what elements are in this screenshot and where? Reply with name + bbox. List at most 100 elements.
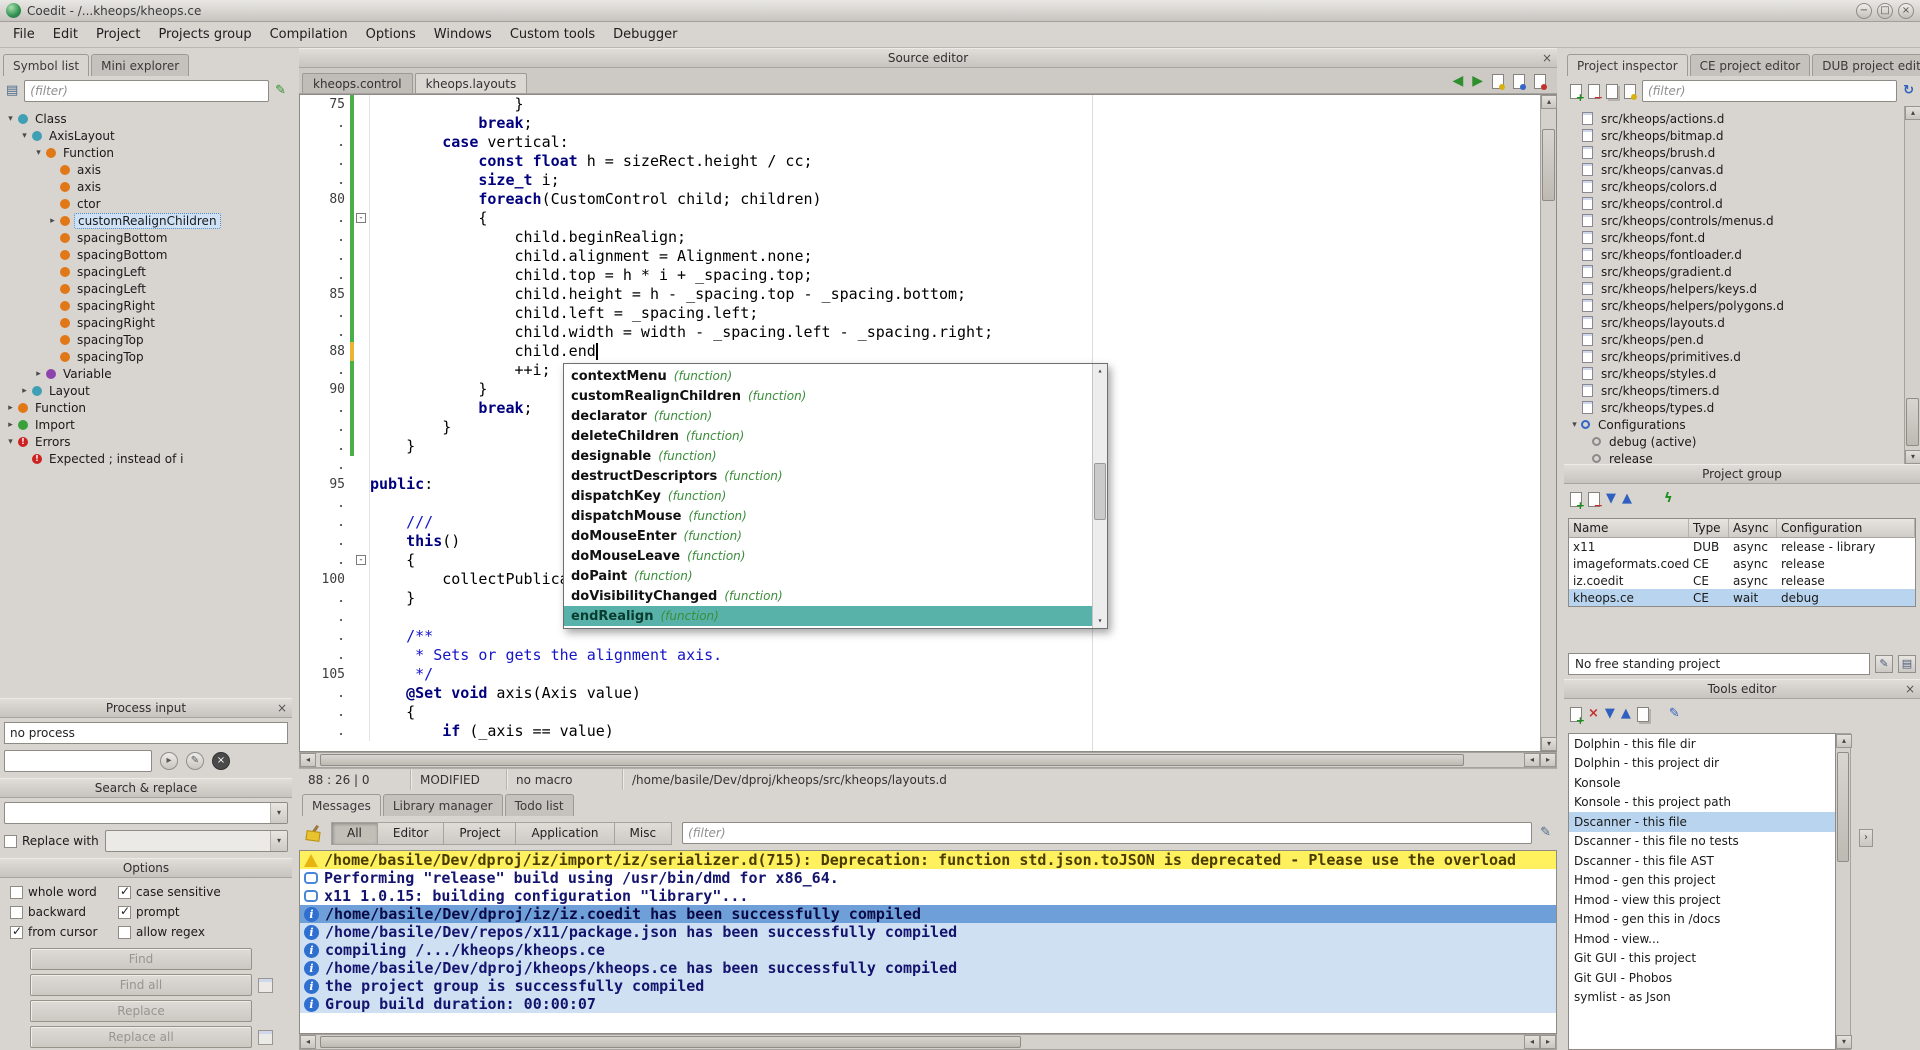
file-src-kheops-types-d[interactable]: src/kheops/types.d	[1564, 399, 1904, 416]
expand-icon[interactable]: ▸	[18, 386, 31, 396]
inspector-filter-input[interactable]	[1642, 80, 1897, 102]
tools-vscrollbar[interactable]: ▴ ▾	[1836, 733, 1851, 1050]
file-src-kheops-control-d[interactable]: src/kheops/control.d	[1564, 195, 1904, 212]
menu-file[interactable]: File	[4, 23, 44, 46]
symbol-axislayout[interactable]: ▾AxisLayout	[0, 127, 292, 144]
scroll-track[interactable]	[1541, 109, 1556, 737]
option-case-sensitive[interactable]: case sensitive	[118, 885, 282, 899]
symbol-function[interactable]: ▸Function	[0, 399, 292, 416]
collapse-icon[interactable]: ▾	[4, 437, 17, 447]
message-row[interactable]: iGroup build duration: 00:00:07	[300, 995, 1556, 1013]
code-line-r1[interactable]: . break;	[300, 114, 1540, 133]
scroll-track[interactable]	[316, 753, 1524, 767]
symbol-axis[interactable]: axis	[0, 178, 292, 195]
scroll-thumb[interactable]	[1837, 752, 1849, 862]
remove-tool-icon[interactable]: ×	[1588, 706, 1599, 722]
symbol-expected-instead-of-i[interactable]: !Expected ; instead of i	[0, 450, 292, 467]
symbol-filter-input[interactable]	[24, 80, 269, 102]
column-configuration[interactable]: Configuration	[1777, 519, 1915, 537]
move-tool-up-icon[interactable]: ▲	[1621, 706, 1631, 722]
tool-hmod-view[interactable]: Hmod - view...	[1569, 929, 1835, 949]
symbol-spacingright[interactable]: spacingRight	[0, 297, 292, 314]
checkbox-box[interactable]	[10, 886, 23, 899]
symbol-spacingbottom[interactable]: spacingBottom	[0, 229, 292, 246]
close-document-icon[interactable]	[1534, 74, 1546, 89]
symbol-spacingbottom[interactable]: spacingBottom	[0, 246, 292, 263]
replace-all-button[interactable]: Replace all	[30, 1026, 252, 1048]
project-row-imageformats-coedit[interactable]: imageformats.coeditCEasyncrelease	[1569, 555, 1915, 572]
file-src-kheops-timers-d[interactable]: src/kheops/timers.d	[1564, 382, 1904, 399]
replace-term-value[interactable]	[106, 831, 270, 851]
edit-input-icon[interactable]: ✎	[186, 752, 204, 770]
remove-item-icon[interactable]	[1588, 84, 1600, 99]
file-src-kheops-fontloader-d[interactable]: src/kheops/fontloader.d	[1564, 246, 1904, 263]
file-src-kheops-canvas-d[interactable]: src/kheops/canvas.d	[1564, 161, 1904, 178]
checkbox-box[interactable]	[118, 926, 131, 939]
scroll-thumb[interactable]	[1906, 398, 1919, 446]
symbol-layout[interactable]: ▸Layout	[0, 382, 292, 399]
message-row[interactable]: i/home/basile/Dev/dproj/kheops/kheops.ce…	[300, 959, 1556, 977]
move-tool-down-icon[interactable]: ▼	[1605, 706, 1615, 722]
doc-tab-kheops-control[interactable]: kheops.control	[302, 73, 413, 93]
msg-filter-application[interactable]: Application	[515, 822, 614, 845]
add-tool-icon[interactable]	[1570, 707, 1582, 722]
column-type[interactable]: Type	[1689, 519, 1729, 537]
clear-messages-icon[interactable]	[305, 825, 322, 842]
code-line-r33[interactable]: . if (_axis == value)	[300, 722, 1540, 741]
chevron-down-icon[interactable]: ▾	[270, 831, 287, 851]
menu-options[interactable]: Options	[357, 23, 425, 46]
expand-icon[interactable]: ▸	[46, 216, 59, 226]
code-line-r29[interactable]: . * Sets or gets the alignment axis.	[300, 646, 1540, 665]
scroll-up-icon[interactable]: ▴	[1836, 734, 1852, 748]
file-src-kheops-controls-menus-d[interactable]: src/kheops/controls/menus.d	[1564, 212, 1904, 229]
checkbox-box[interactable]	[118, 886, 131, 899]
process-input-field[interactable]	[4, 750, 152, 772]
open-item-icon[interactable]	[1606, 84, 1618, 99]
popup-scrollbar[interactable]: ▴ ▾	[1092, 364, 1107, 628]
symbol-ctor[interactable]: ctor	[0, 195, 292, 212]
completion-deletechildren[interactable]: deleteChildren(function)	[564, 426, 1092, 446]
file-src-kheops-gradient-d[interactable]: src/kheops/gradient.d	[1564, 263, 1904, 280]
tool-hmod-gen-this-project[interactable]: Hmod - gen this project	[1569, 871, 1835, 891]
collapse-icon[interactable]: ▾	[1568, 420, 1581, 430]
message-row[interactable]: ithe project group is successfully compi…	[300, 977, 1556, 995]
msg-filter-misc[interactable]: Misc	[614, 822, 673, 845]
tab-project-inspector[interactable]: Project inspector	[1567, 54, 1688, 76]
new-item-icon[interactable]	[1570, 84, 1582, 99]
scroll-left-icon[interactable]: ◂	[300, 1035, 316, 1049]
send-input-icon[interactable]: ▸	[160, 752, 178, 770]
tool-hmod-view-this-project[interactable]: Hmod - view this project	[1569, 890, 1835, 910]
replace-button[interactable]: Replace	[30, 1000, 252, 1022]
replace-with-checkbox[interactable]: Replace with	[4, 834, 99, 848]
doc-tab-kheops-layouts[interactable]: kheops.layouts	[415, 73, 528, 93]
menu-windows[interactable]: Windows	[425, 23, 501, 46]
move-project-down-icon[interactable]: ▼	[1606, 491, 1616, 507]
msg-filter-all[interactable]: All	[331, 822, 378, 845]
menu-project[interactable]: Project	[87, 23, 149, 46]
code-line-r6[interactable]: .- {	[300, 209, 1540, 228]
symbol-options-icon[interactable]: ▤	[6, 83, 18, 99]
scroll-down-icon[interactable]: ▾	[1093, 614, 1107, 628]
collapse-icon[interactable]: ▾	[4, 114, 17, 124]
scroll-thumb[interactable]	[320, 754, 1464, 766]
expand-icon[interactable]: ▸	[4, 420, 17, 430]
file-src-kheops-pen-d[interactable]: src/kheops/pen.d	[1564, 331, 1904, 348]
edit-free-standing-icon[interactable]: ✎	[1875, 655, 1893, 673]
tool-dolphin-this-project-dir[interactable]: Dolphin - this project dir	[1569, 754, 1835, 774]
symbol-spacingtop[interactable]: spacingTop	[0, 348, 292, 365]
titlebar[interactable]: Coedit - /...kheops/kheops.ce − □ ×	[0, 0, 1920, 22]
tool-git-gui-this-project[interactable]: Git GUI - this project	[1569, 949, 1835, 969]
minimize-button[interactable]: −	[1856, 3, 1872, 19]
option-whole-word[interactable]: whole word	[10, 885, 118, 899]
tab-library-manager[interactable]: Library manager	[383, 794, 503, 816]
scroll-left-icon[interactable]: ◂	[1524, 1035, 1540, 1049]
checkbox-box[interactable]	[4, 835, 17, 848]
option-prompt[interactable]: prompt	[118, 905, 282, 919]
scroll-left-icon[interactable]: ◂	[1524, 753, 1540, 767]
code-line-r4[interactable]: . size_t i;	[300, 171, 1540, 190]
process-input-close-icon[interactable]: ×	[277, 701, 287, 715]
code-area[interactable]: 75 }. break;. case vertical:. const floa…	[300, 95, 1540, 751]
option-from-cursor[interactable]: from cursor	[10, 925, 118, 939]
code-line-r7[interactable]: . child.beginRealign;	[300, 228, 1540, 247]
message-filter-input[interactable]	[682, 822, 1532, 844]
